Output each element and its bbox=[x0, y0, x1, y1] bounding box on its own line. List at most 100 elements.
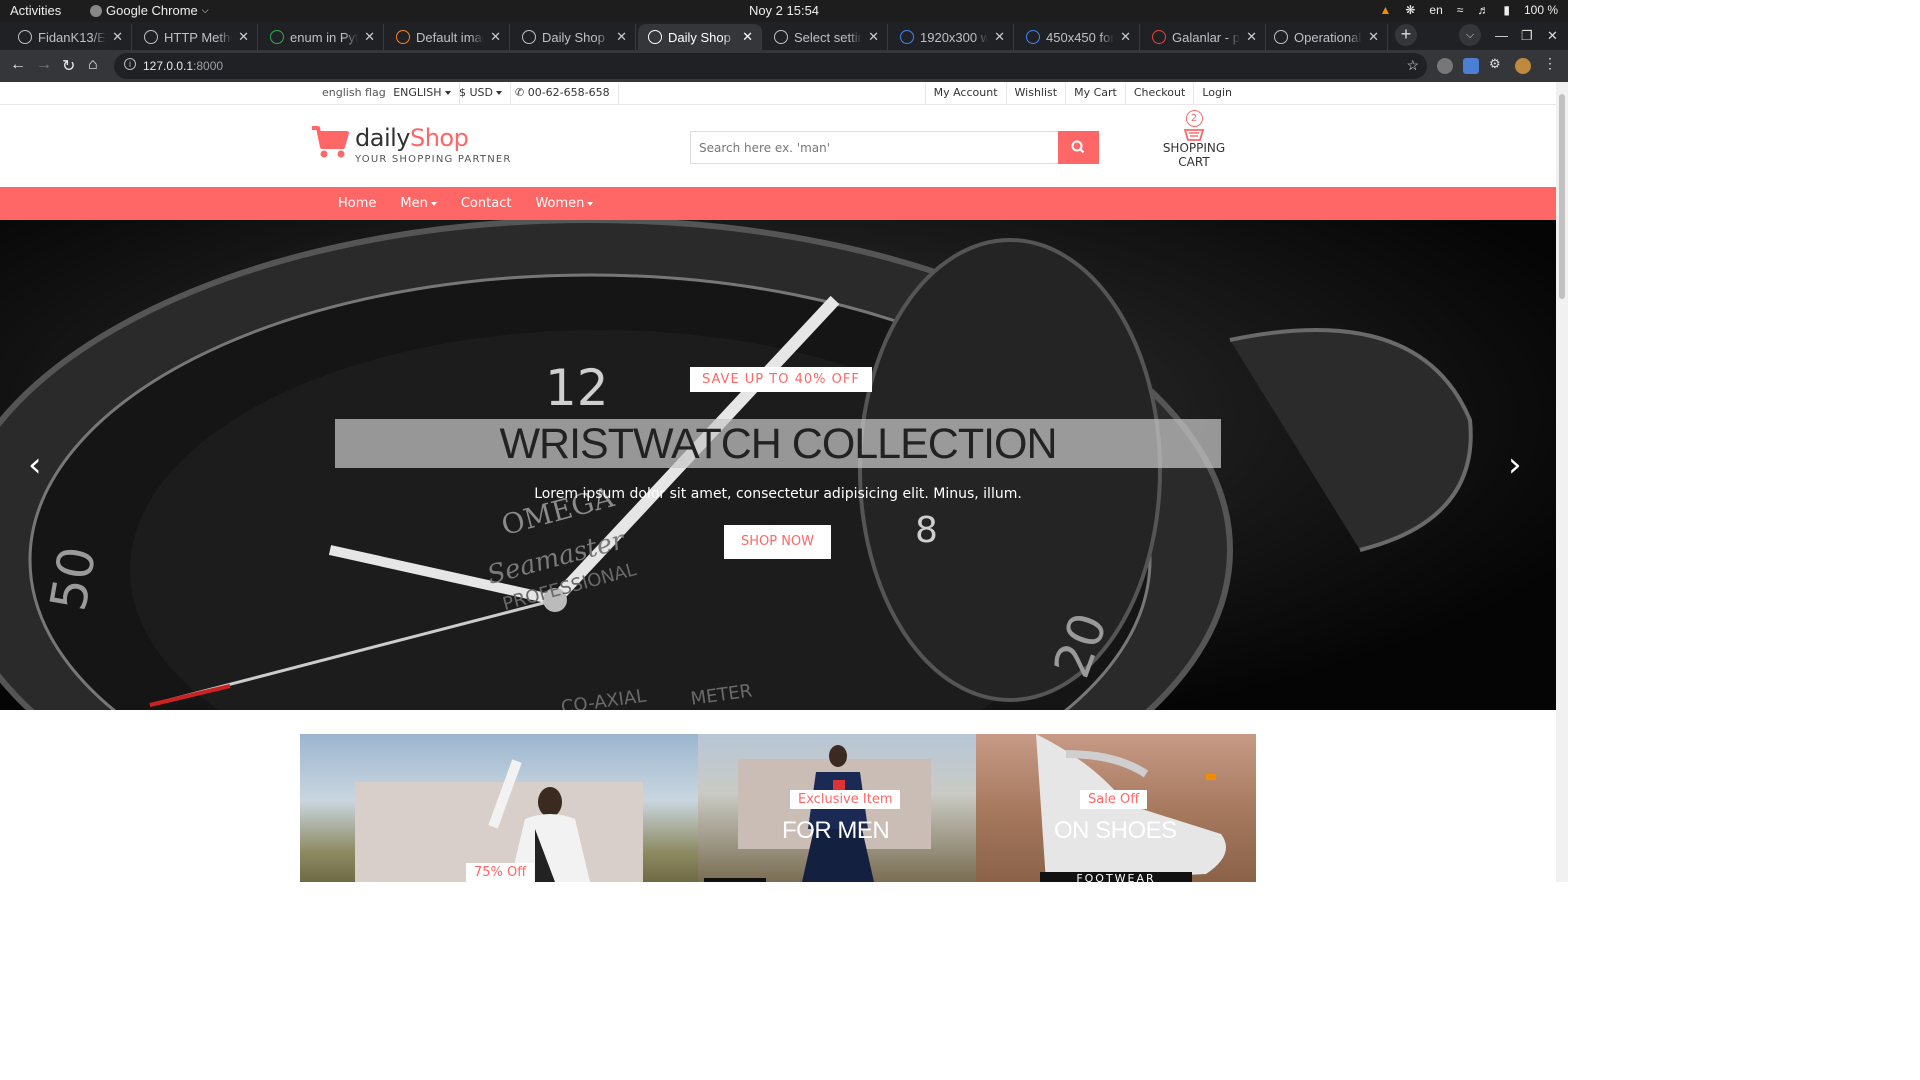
tab-strip: FidanK13/Ec ✕ HTTP Metho ✕ enum in Pyth ✕ D… bbox=[0, 22, 1568, 50]
browser-tab[interactable]: Daily Shop | F ✕ bbox=[512, 24, 636, 50]
account-links: My Account Wishlist My Cart Checkout Log… bbox=[924, 82, 1240, 105]
close-icon[interactable]: ✕ bbox=[490, 29, 501, 45]
search-input[interactable] bbox=[691, 132, 1058, 163]
browser-tab[interactable]: Default imag ✕ bbox=[386, 24, 510, 50]
close-window-icon[interactable]: ✕ bbox=[1547, 28, 1558, 44]
bookmark-star-icon[interactable]: ☆ bbox=[1406, 57, 1419, 74]
promo-shoes-footer: FOOTWEAR bbox=[1040, 872, 1192, 882]
caret-down-icon bbox=[444, 91, 451, 95]
back-icon[interactable]: ← bbox=[10, 56, 26, 74]
my-account-link[interactable]: My Account bbox=[924, 82, 1006, 105]
currency-selector[interactable]: $ USD bbox=[451, 82, 511, 105]
page-top-bar: english flag ENGLISH $ USD ✆ 00-62-658-6… bbox=[0, 82, 1556, 105]
login-link[interactable]: Login bbox=[1193, 82, 1240, 105]
hero-slider: 12 8 50 20 OMEGA Seamaster PROFESSIONAL … bbox=[0, 220, 1556, 710]
promo-shoes-label: Sale Off bbox=[1080, 790, 1148, 809]
watch-12-mark: 12 bbox=[545, 359, 609, 417]
extensions-puzzle-icon[interactable]: ⚙ bbox=[1489, 56, 1505, 72]
close-icon[interactable]: ✕ bbox=[868, 29, 879, 45]
shop-now-button[interactable]: SHOP NOW bbox=[724, 525, 831, 559]
browser-toolbar: ← → ↻ ⌂ i 127.0.0.1:8000 ☆ ⚙ ⋮ bbox=[0, 50, 1568, 82]
nav-contact[interactable]: Contact bbox=[449, 187, 524, 220]
tab-title: Galanlar - pl bbox=[1172, 29, 1241, 45]
profile-avatar[interactable] bbox=[1515, 58, 1531, 74]
gmail-icon bbox=[1152, 30, 1166, 44]
info-icon[interactable]: i bbox=[124, 58, 136, 70]
network-settings-icon[interactable]: ❋ bbox=[1405, 3, 1415, 17]
promo-men-footer-bar bbox=[704, 878, 766, 882]
checkout-link[interactable]: Checkout bbox=[1124, 82, 1193, 105]
browser-tab[interactable]: FidanK13/Ec ✕ bbox=[8, 24, 132, 50]
menu-kebab-icon[interactable]: ⋮ bbox=[1543, 55, 1559, 71]
my-cart-link[interactable]: My Cart bbox=[1065, 82, 1125, 105]
browser-tab[interactable]: 1920x300 wo ✕ bbox=[890, 24, 1014, 50]
tab-title: Select settin bbox=[794, 29, 863, 45]
close-icon[interactable]: ✕ bbox=[238, 29, 249, 45]
tab-title: enum in Pyth bbox=[290, 29, 359, 45]
nav-men[interactable]: Men bbox=[388, 187, 448, 220]
address-bar[interactable]: i 127.0.0.1:8000 ☆ bbox=[114, 53, 1427, 79]
browser-tab[interactable]: Operational ✕ bbox=[1264, 24, 1388, 50]
brand-tagline: YOUR SHOPPING PARTNER bbox=[355, 154, 512, 165]
hero-subtitle: Lorem ipsum dolor sit amet, consectetur … bbox=[534, 486, 1022, 502]
promo-women[interactable]: 75% Off bbox=[300, 734, 698, 882]
cart-label: SHOPPING CART bbox=[1162, 141, 1226, 169]
site-logo[interactable]: dailyShop YOUR SHOPPING PARTNER bbox=[311, 125, 512, 165]
system-top-bar: Activities Google Chrome ⌵ Noy 2 15:54 ▲… bbox=[0, 0, 1568, 22]
reload-icon[interactable]: ↻ bbox=[62, 56, 75, 76]
close-icon[interactable]: ✕ bbox=[1368, 29, 1379, 45]
phone-number: 00-62-658-658 bbox=[527, 86, 610, 99]
close-icon[interactable]: ✕ bbox=[1246, 29, 1257, 45]
tab-title: 450x450 for s bbox=[1046, 29, 1115, 45]
close-icon[interactable]: ✕ bbox=[616, 29, 627, 45]
nav-home[interactable]: Home bbox=[326, 187, 388, 220]
browser-tab[interactable]: enum in Pyth ✕ bbox=[260, 24, 384, 50]
close-icon[interactable]: ✕ bbox=[1120, 29, 1131, 45]
caret-down-icon bbox=[430, 201, 437, 206]
nav-women[interactable]: Women bbox=[523, 187, 605, 220]
url-text[interactable]: 127.0.0.1:8000 bbox=[143, 59, 223, 73]
promo-shoes[interactable]: Sale Off ON SHOES FOOTWEAR bbox=[976, 734, 1256, 882]
browser-tab-active[interactable]: Daily Shop | H ✕ bbox=[638, 24, 762, 50]
keyboard-layout[interactable]: en bbox=[1429, 3, 1442, 17]
new-tab-button[interactable]: + bbox=[1395, 24, 1417, 46]
wishlist-link[interactable]: Wishlist bbox=[1005, 82, 1066, 105]
close-icon[interactable]: ✕ bbox=[994, 29, 1005, 45]
url-port: :8000 bbox=[193, 59, 224, 73]
app-menu[interactable]: Google Chrome ⌵ bbox=[90, 3, 209, 18]
search-button[interactable] bbox=[1058, 131, 1099, 164]
browser-tab[interactable]: Select settin ✕ bbox=[764, 24, 888, 50]
activities-button[interactable]: Activities bbox=[10, 3, 61, 18]
chevron-down-icon: ⌵ bbox=[201, 5, 209, 15]
vlc-icon[interactable]: ▲ bbox=[1379, 3, 1391, 17]
web-page: english flag ENGLISH $ USD ✆ 00-62-658-6… bbox=[0, 82, 1556, 882]
browser-tab[interactable]: 450x450 for s ✕ bbox=[1016, 24, 1140, 50]
translate-icon[interactable] bbox=[1463, 58, 1479, 74]
woman-model-image bbox=[488, 759, 590, 882]
url-host: 127.0.0.1 bbox=[143, 59, 194, 73]
slider-prev-icon[interactable]: ‹ bbox=[28, 448, 42, 482]
close-icon[interactable]: ✕ bbox=[112, 29, 123, 45]
scrollbar-thumb[interactable] bbox=[1559, 94, 1565, 299]
slider-next-icon[interactable]: › bbox=[1508, 448, 1522, 482]
close-icon[interactable]: ✕ bbox=[742, 29, 753, 45]
tab-title: Daily Shop | F bbox=[542, 29, 610, 45]
minimize-icon[interactable]: — bbox=[1495, 28, 1508, 43]
battery-icon: ▮ bbox=[1503, 3, 1510, 17]
close-icon[interactable]: ✕ bbox=[364, 29, 375, 45]
tab-search-button[interactable]: ⌵ bbox=[1459, 24, 1481, 46]
volume-icon: ♬ bbox=[1477, 3, 1490, 17]
system-tray[interactable]: ▲ ❋ en ≈ ♬ ▮ 100 % bbox=[1379, 3, 1558, 17]
browser-tab[interactable]: HTTP Metho ✕ bbox=[134, 24, 258, 50]
forward-icon[interactable]: → bbox=[36, 56, 52, 74]
browser-tab[interactable]: Galanlar - pl ✕ bbox=[1142, 24, 1266, 50]
restore-icon[interactable]: ❐ bbox=[1521, 28, 1533, 44]
promo-men[interactable]: Exclusive Item FOR MEN bbox=[698, 734, 976, 882]
home-icon[interactable]: ⌂ bbox=[88, 56, 98, 74]
language-selector[interactable]: english flag ENGLISH bbox=[322, 82, 460, 105]
adblock-icon[interactable] bbox=[1437, 58, 1453, 74]
clock[interactable]: Noy 2 15:54 bbox=[0, 3, 1568, 18]
english-flag-image: english flag bbox=[322, 86, 386, 99]
shopping-cart[interactable]: 2 SHOPPING CART bbox=[1148, 110, 1240, 169]
page-scrollbar[interactable] bbox=[1556, 82, 1568, 882]
